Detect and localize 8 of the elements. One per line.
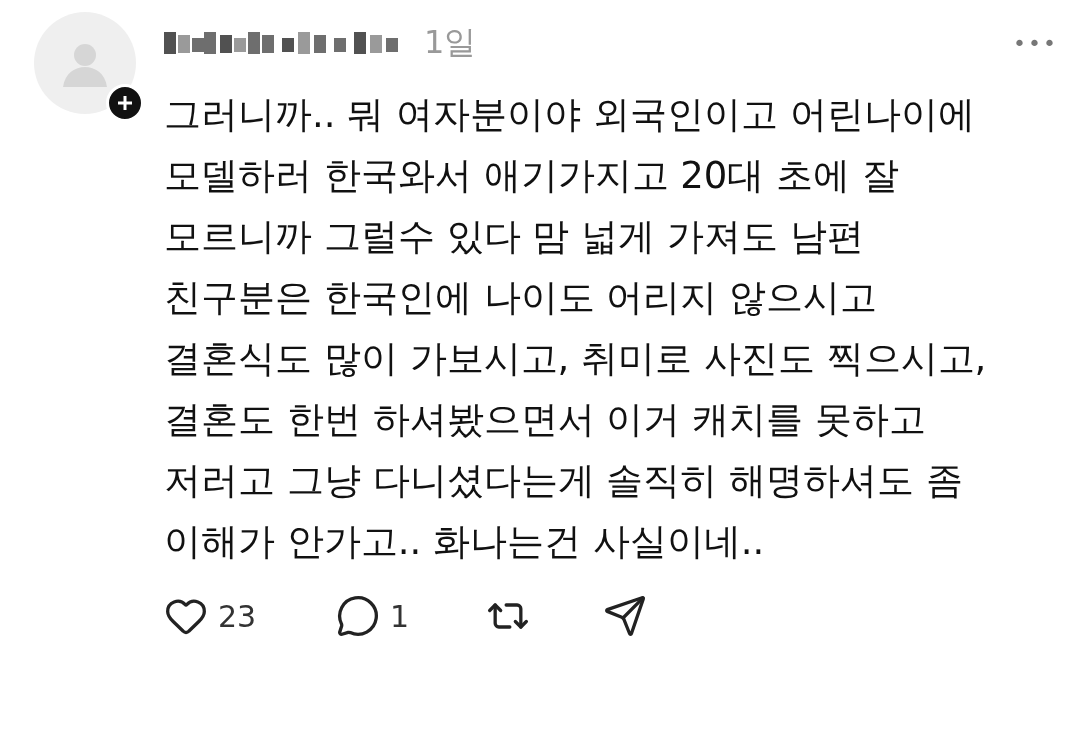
reply-button[interactable]: 1	[336, 594, 486, 638]
plus-icon	[117, 95, 133, 111]
like-button[interactable]: 23	[164, 594, 336, 638]
post-text: 그러니까.. 뭐 여자분이야 외국인이고 어린나이에 모델하러 한국와서 애기가지고 20대 초에 잘 모르니까 그럴수 있다 맘 넓게 가져도 남편 친구분은 한국인에 나이도 어리지 않으시고 결혼식도 많이 가보시고, 취미로 사진도 찍으시고, 결혼도 한번 하셔봤으면서 이거 캐치를 못하고 저러고 그냥 다니셨다는게 솔직히 해명하셔도 좀 이해가 안가고.. 화나는건 사실이네..	[164, 92, 988, 565]
more-options-button[interactable]: •••	[1013, 30, 1058, 56]
send-icon	[603, 594, 647, 638]
speech-bubble-icon	[336, 594, 380, 638]
post-time: 1일	[424, 22, 477, 63]
